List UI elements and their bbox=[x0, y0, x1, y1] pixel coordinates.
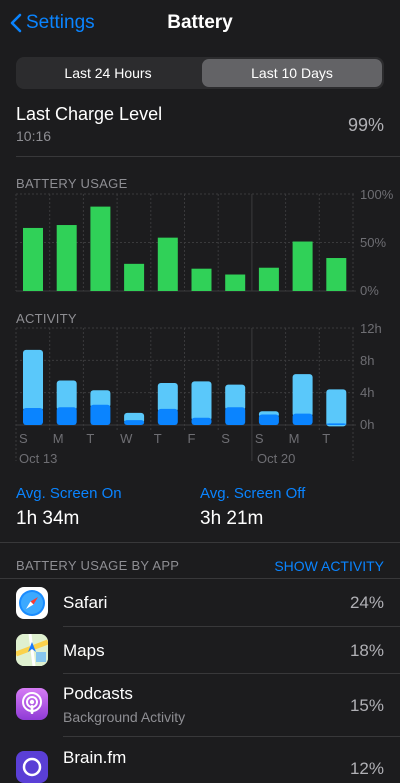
segment-last-24-hours[interactable]: Last 24 Hours bbox=[18, 59, 198, 87]
screen-off-bar bbox=[326, 389, 347, 427]
screen-on-bar bbox=[258, 414, 279, 425]
battery-usage-header: BATTERY USAGE bbox=[16, 176, 128, 191]
day-tick-label: S bbox=[221, 431, 230, 446]
screen-off-bar bbox=[225, 384, 246, 411]
day-tick-label: T bbox=[322, 431, 330, 446]
battery-ytick-label: 0% bbox=[360, 283, 379, 298]
app-percentage: 15% bbox=[349, 696, 384, 715]
app-name: Maps bbox=[63, 641, 105, 660]
screen-off-bar bbox=[292, 374, 313, 417]
battery-bar bbox=[124, 263, 145, 291]
day-tick-label: T bbox=[154, 431, 162, 446]
screen-on-bar bbox=[292, 413, 313, 425]
maps-icon bbox=[16, 634, 48, 666]
show-activity-button[interactable]: SHOW ACTIVITY bbox=[274, 558, 384, 574]
avg-screen-off-value: 3h 21m bbox=[200, 508, 264, 529]
battery-bar bbox=[56, 225, 77, 291]
screen-on-bar bbox=[23, 408, 43, 425]
app-percentage: 18% bbox=[349, 641, 384, 660]
battery-bar bbox=[23, 227, 43, 291]
app-name: Safari bbox=[63, 593, 108, 612]
page-title: Battery bbox=[167, 12, 233, 33]
battery-usage-chart bbox=[15, 193, 356, 292]
week-label: Oct 13 bbox=[19, 451, 58, 466]
battery-ytick-label: 100% bbox=[360, 187, 394, 202]
day-tick-label: S bbox=[19, 431, 28, 446]
day-tick-label: F bbox=[188, 431, 196, 446]
day-tick-label: M bbox=[289, 431, 300, 446]
screen-on-bar bbox=[225, 407, 246, 425]
screen-off-bar bbox=[23, 349, 43, 412]
screen-on-bar bbox=[90, 404, 111, 425]
activity-ytick-label: 4h bbox=[360, 385, 375, 400]
app-percentage: 24% bbox=[349, 593, 384, 612]
screen-off-bar bbox=[191, 381, 212, 421]
battery-bar bbox=[157, 237, 178, 291]
brainfm-icon bbox=[16, 751, 48, 783]
day-tick-label: W bbox=[120, 431, 133, 446]
podcasts-icon bbox=[16, 688, 48, 720]
app-row-podcasts[interactable]: Podcasts Background Activity 15% bbox=[0, 674, 400, 736]
usage-by-app-header: BATTERY USAGE BY APP bbox=[16, 558, 180, 573]
battery-bar bbox=[191, 268, 212, 291]
app-name: Podcasts bbox=[63, 684, 133, 703]
activity-ytick-label: 12h bbox=[360, 321, 382, 336]
app-percentage: 12% bbox=[349, 759, 384, 778]
app-name: Brain.fm bbox=[63, 748, 127, 767]
avg-screen-off-label: Avg. Screen Off bbox=[200, 485, 306, 502]
day-tick-label: T bbox=[86, 431, 94, 446]
avg-screen-on-label: Avg. Screen On bbox=[16, 485, 122, 502]
screen-on-bar bbox=[326, 423, 347, 425]
screen-off-bar bbox=[56, 380, 77, 411]
battery-bar bbox=[90, 206, 111, 291]
screen-on-bar bbox=[124, 420, 145, 425]
battery-bar bbox=[225, 274, 246, 291]
app-row-brainfm[interactable]: Brain.fm 12% bbox=[0, 737, 400, 783]
activity-ytick-label: 0h bbox=[360, 417, 375, 432]
screen-on-bar bbox=[191, 417, 212, 425]
day-tick-label: S bbox=[255, 431, 264, 446]
divider bbox=[16, 156, 400, 157]
day-tick-label: M bbox=[53, 431, 64, 446]
app-subtitle: Background Activity bbox=[63, 709, 186, 725]
last-charge-label: Last Charge Level bbox=[16, 104, 163, 124]
last-charge-value: 99% bbox=[347, 115, 384, 135]
app-row-maps[interactable]: Maps 18% bbox=[0, 627, 400, 673]
activity-chart: SMTWTFSSMT bbox=[15, 327, 356, 461]
safari-icon bbox=[16, 587, 48, 619]
avg-screen-on-value: 1h 34m bbox=[16, 508, 80, 529]
battery-bar bbox=[258, 267, 279, 291]
segment-last-10-days[interactable]: Last 10 Days bbox=[202, 59, 382, 87]
app-row-safari[interactable]: Safari 24% bbox=[0, 579, 400, 626]
battery-ytick-label: 50% bbox=[360, 235, 387, 250]
screen-on-bar bbox=[157, 408, 178, 425]
battery-bar bbox=[326, 258, 347, 291]
divider bbox=[0, 542, 400, 543]
nav-bar: Settings Battery bbox=[0, 0, 400, 46]
week-label: Oct 20 bbox=[257, 451, 296, 466]
activity-header: ACTIVITY bbox=[16, 311, 77, 326]
screen-off-bar bbox=[157, 382, 178, 412]
battery-bar bbox=[292, 241, 313, 291]
period-segmented-control: Last 24 Hours Last 10 Days bbox=[16, 57, 384, 89]
last-charge-time: 10:16 bbox=[16, 128, 52, 144]
activity-ytick-label: 8h bbox=[360, 353, 375, 368]
screen-on-bar bbox=[56, 407, 77, 425]
